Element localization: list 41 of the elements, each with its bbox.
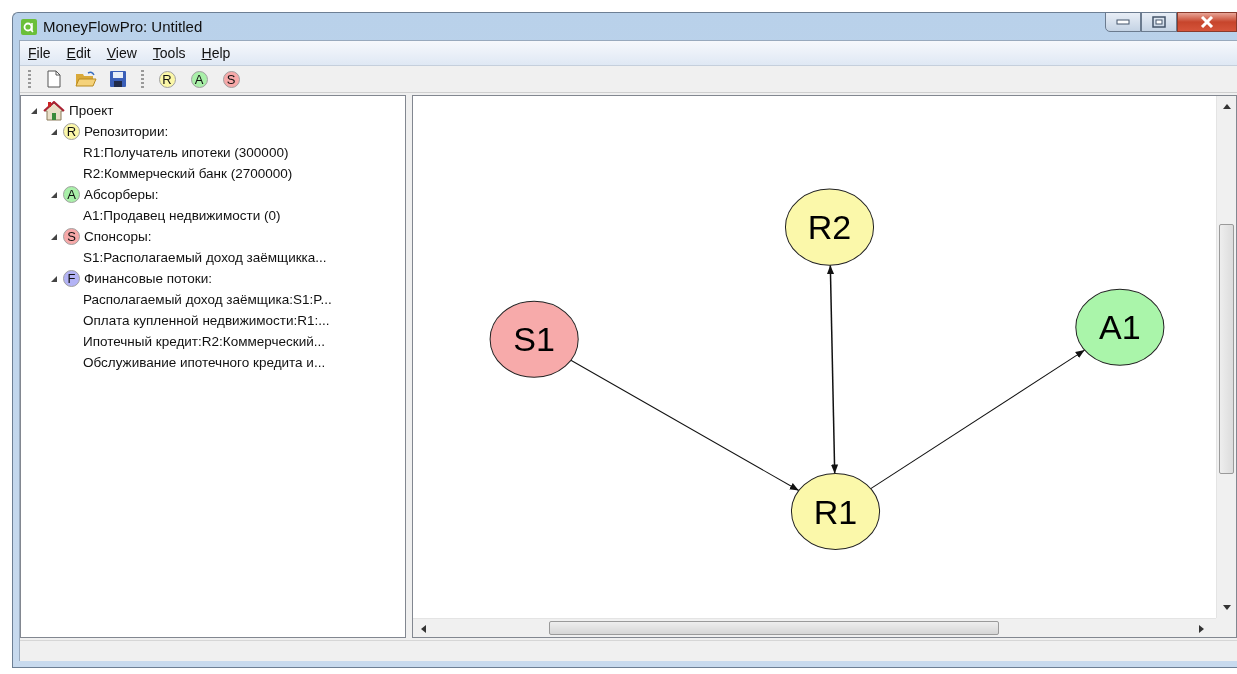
scroll-right-icon[interactable] xyxy=(1199,625,1204,633)
maximize-icon xyxy=(1152,16,1166,28)
tree-item[interactable]: Репозитории: xyxy=(84,124,169,140)
diagram-node[interactable]: R1 xyxy=(790,473,881,551)
vertical-scrollbar[interactable] xyxy=(1216,96,1236,618)
tree-item[interactable]: Финансовые потоки: xyxy=(84,271,213,287)
category-badge: F xyxy=(63,270,80,288)
horizontal-scrollbar[interactable] xyxy=(413,618,1216,637)
diagram-node[interactable]: A1 xyxy=(1075,289,1165,367)
menu-item[interactable]: Help xyxy=(195,43,237,64)
category-badge: S xyxy=(63,228,80,246)
menu-item[interactable]: File xyxy=(22,43,57,64)
tree-item[interactable]: R1:Получатель ипотеки (300000) xyxy=(83,145,289,161)
tree-item[interactable]: Располагаемый доход заёмщика:S1:P... xyxy=(83,292,332,308)
minimize-button[interactable] xyxy=(1105,12,1141,32)
maximize-button[interactable] xyxy=(1141,12,1177,32)
window-title: MoneyFlowPro: Untitled xyxy=(43,18,204,36)
tree-item[interactable]: Спонсоры: xyxy=(84,229,152,245)
tree-item[interactable]: Ипотечный кредит:R2:Коммерческий... xyxy=(83,334,325,350)
close-button[interactable] xyxy=(1177,12,1237,32)
menu-item[interactable]: Tools xyxy=(146,43,192,64)
tree-item[interactable]: R2:Коммерческий банк (2700000) xyxy=(83,166,293,182)
close-icon xyxy=(1200,16,1214,28)
category-badge: R xyxy=(63,123,80,141)
menu-item[interactable]: Edit xyxy=(60,43,97,64)
tree-item[interactable]: A1:Продавец недвижимости (0) xyxy=(83,208,281,224)
menu-item[interactable]: View xyxy=(100,43,143,64)
category-badge: A xyxy=(63,186,80,204)
tree-item[interactable]: Оплата купленной недвижимости:R1:... xyxy=(83,313,330,329)
app-logo-icon xyxy=(21,18,37,35)
tree-item[interactable]: Проект xyxy=(69,103,114,119)
diagram-node[interactable]: R2 xyxy=(784,188,875,267)
minimize-icon xyxy=(1116,19,1130,25)
tree-item[interactable]: Абсорберы: xyxy=(84,187,159,203)
diagram-node[interactable]: S1 xyxy=(489,301,579,379)
scroll-up-icon[interactable] xyxy=(1223,104,1231,110)
scroll-left-icon[interactable] xyxy=(421,625,426,633)
tree-item[interactable]: Обслуживание ипотечного кредита и... xyxy=(83,355,326,371)
house-icon xyxy=(43,100,65,121)
tree-item[interactable]: S1:Располагаемый доход заёмщикка... xyxy=(83,250,327,266)
scroll-down-icon[interactable] xyxy=(1223,605,1231,610)
